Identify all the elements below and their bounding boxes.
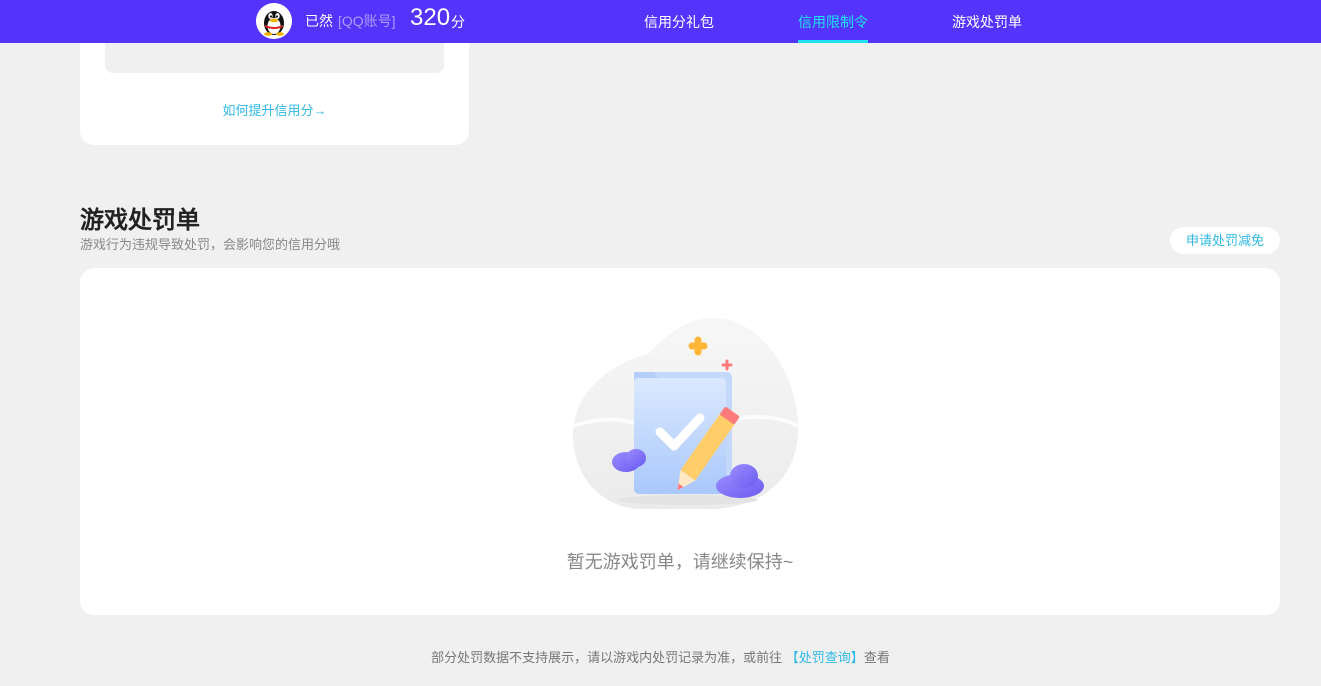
penalty-list-card: 暂无游戏罚单，请继续保持~ xyxy=(80,268,1280,615)
tab-credit-gift[interactable]: 信用分礼包 xyxy=(644,12,714,32)
username: 已然 xyxy=(305,13,333,29)
top-navigation-bar: 已然 [QQ账号] 320 分 信用分礼包 信用限制令 游戏处罚单 xyxy=(0,0,1321,43)
footer-note-suffix: 查看 xyxy=(863,650,890,665)
penalty-query-link[interactable]: 【处罚查询】 xyxy=(786,650,864,665)
apply-penalty-reduction-button[interactable]: 申请处罚减免 xyxy=(1170,227,1280,254)
account-type-tag: [QQ账号] xyxy=(338,13,396,29)
qq-penguin-icon xyxy=(256,3,292,39)
empty-state-text: 暂无游戏罚单，请继续保持~ xyxy=(566,552,794,572)
tab-credit-restriction[interactable]: 信用限制令 xyxy=(798,12,868,32)
credit-info-panel xyxy=(105,43,444,73)
credit-score-unit: 分 xyxy=(451,14,465,30)
folder-check-pencil-illustration xyxy=(572,317,799,509)
credit-score-value: 320 xyxy=(410,4,451,31)
section-subtitle: 游戏行为违规导致处罚，会影响您的信用分哦 xyxy=(80,237,341,252)
tab-game-penalty[interactable]: 游戏处罚单 xyxy=(952,12,1022,32)
credit-info-card: 如何提升信用分→ xyxy=(80,43,469,145)
footer-note-prefix: 部分处罚数据不支持展示，请以游戏内处罚记录为准，或前往 xyxy=(431,650,783,665)
avatar[interactable] xyxy=(256,3,292,39)
improve-credit-link[interactable]: 如何提升信用分→ xyxy=(80,100,469,119)
section-title: 游戏处罚单 xyxy=(80,207,200,234)
footer-note: 部分处罚数据不支持展示，请以游戏内处罚记录为准，或前往 【处罚查询】查看 xyxy=(0,647,1321,666)
active-tab-indicator xyxy=(798,40,868,43)
